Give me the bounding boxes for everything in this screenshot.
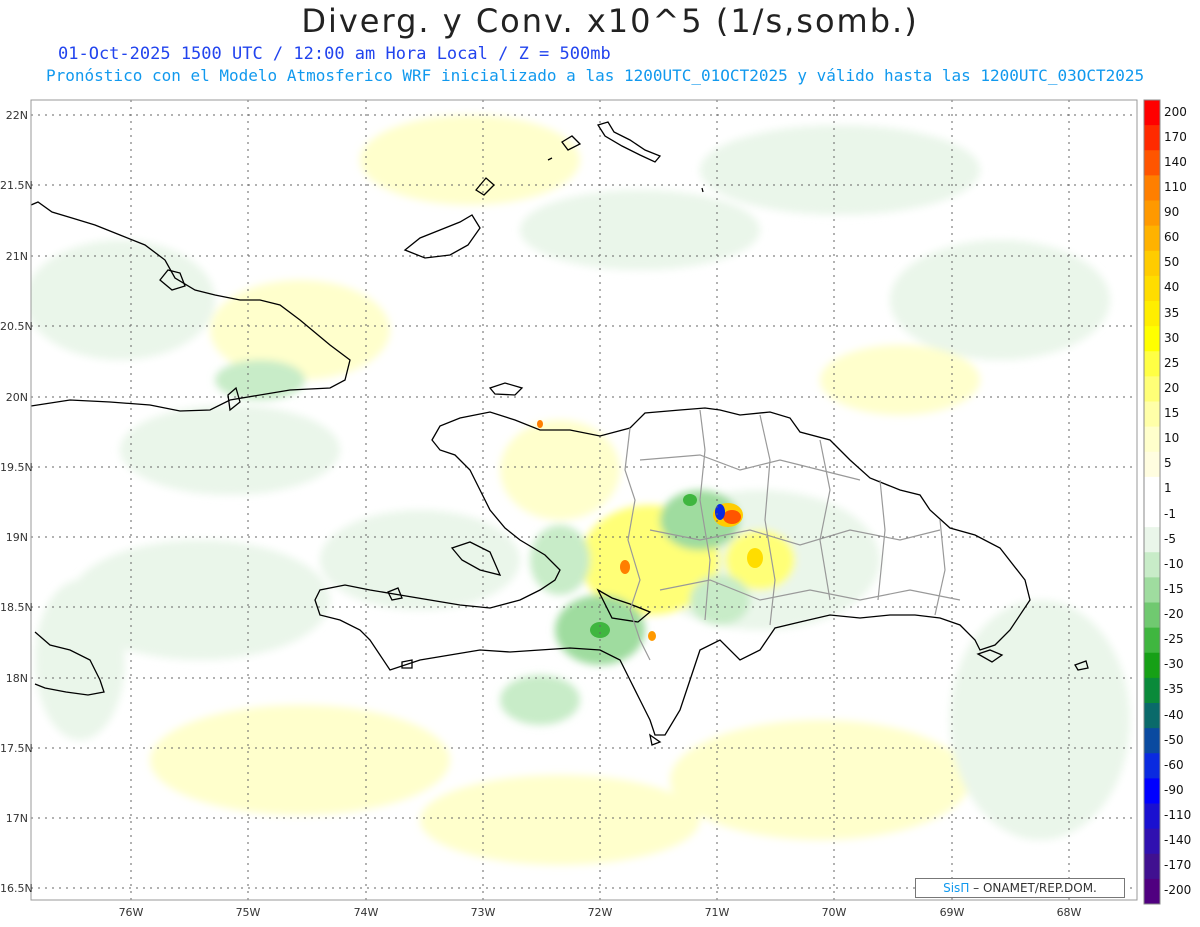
lon-label: 74W [353,906,379,919]
colorbar-swatch [1144,225,1160,252]
colorbar-label: 140 [1164,154,1187,169]
colorbar-swatch [1144,703,1160,729]
colorbar-swatch [1144,200,1160,227]
colorbar-label: 200 [1164,104,1187,119]
colorbar-label: 35 [1164,305,1180,320]
colorbar [1143,99,1161,905]
colorbar-label: -15 [1164,581,1184,596]
colorbar-label: 5 [1164,456,1172,471]
colorbar-label: 25 [1164,355,1180,370]
colorbar-swatch [1144,853,1160,880]
lon-label: 72W [587,906,613,919]
colorbar-swatch [1144,677,1160,704]
colorbar-label: -25 [1164,632,1184,647]
lon-label: 71W [704,906,730,919]
colorbar-label: -50 [1164,732,1184,747]
colorbar-label: -20 [1164,607,1184,622]
colorbar-label: -200 [1164,883,1192,898]
colorbar-label: -140 [1164,833,1192,848]
colorbar-swatch [1144,527,1160,553]
lat-label: 17.5N [0,742,33,755]
lat-label: 21.5N [0,179,33,192]
lat-label: 19.5N [0,461,33,474]
divergence-field [31,100,1137,900]
colorbar-swatch [1144,577,1160,603]
lat-label: 22N [5,109,28,122]
colorbar-swatch [1144,250,1160,277]
lon-label: 75W [235,906,261,919]
colorbar-swatch [1144,602,1160,629]
lon-label: 69W [939,906,965,919]
colorbar-label: 90 [1164,205,1180,220]
colorbar-swatch [1144,275,1160,302]
colorbar-label: 60 [1164,230,1180,245]
credit-box: SisΠ – ONAMET/REP.DOM. [915,878,1125,898]
colorbar-swatch [1144,426,1160,453]
colorbar-label: 50 [1164,255,1180,270]
colorbar-label: 110 [1164,179,1187,194]
colorbar-label: -170 [1164,858,1192,873]
colorbar-label: 15 [1164,406,1180,421]
colorbar-swatch [1144,753,1160,779]
colorbar-swatch [1144,451,1160,478]
lat-label: 18.5N [0,601,33,614]
credit-text: – ONAMET/REP.DOM. [969,881,1097,895]
colorbar-swatch [1144,778,1160,804]
colorbar-swatch [1144,125,1160,151]
colorbar-swatch [1144,552,1160,578]
colorbar-label: -5 [1164,531,1176,546]
lat-label: 21N [5,250,28,263]
lon-label: 76W [118,906,144,919]
lat-label: 20.5N [0,320,33,333]
colorbar-label: -60 [1164,757,1184,772]
colorbar-swatch [1144,351,1160,377]
colorbar-swatch [1144,803,1160,830]
lon-label: 73W [470,906,496,919]
colorbar-label: -90 [1164,782,1184,797]
colorbar-swatch [1144,100,1160,126]
lat-label: 17N [5,812,28,825]
lon-label: 68W [1056,906,1082,919]
colorbar-label: 20 [1164,380,1180,395]
colorbar-label: 1 [1164,481,1172,496]
lat-label: 16.5N [0,882,33,895]
colorbar-label: 10 [1164,431,1180,446]
colorbar-label: -10 [1164,556,1184,571]
colorbar-label: 30 [1164,330,1180,345]
colorbar-swatch [1144,627,1160,654]
colorbar-swatch [1144,326,1160,352]
colorbar-swatch [1144,652,1160,679]
lat-label: 20N [5,391,28,404]
lat-label: 18N [5,672,28,685]
colorbar-swatch [1144,150,1160,176]
colorbar-swatch [1144,376,1160,402]
colorbar-label: -1 [1164,506,1176,521]
map-canvas [30,99,1161,905]
colorbar-swatch [1144,878,1160,905]
colorbar-swatch [1144,828,1160,855]
colorbar-swatch [1144,476,1160,503]
colorbar-label: -30 [1164,657,1184,672]
lon-label: 70W [821,906,847,919]
colorbar-swatch [1144,175,1160,201]
colorbar-label: -110 [1164,808,1192,823]
colorbar-swatch [1144,401,1160,428]
lat-label: 19N [5,531,28,544]
colorbar-label: 40 [1164,280,1180,295]
sis-brand: SisΠ [943,881,970,895]
colorbar-swatch [1144,301,1160,327]
colorbar-label: -35 [1164,682,1184,697]
colorbar-label: 170 [1164,129,1187,144]
colorbar-swatch [1144,728,1160,754]
colorbar-swatch [1144,502,1160,528]
colorbar-label: -40 [1164,707,1184,722]
